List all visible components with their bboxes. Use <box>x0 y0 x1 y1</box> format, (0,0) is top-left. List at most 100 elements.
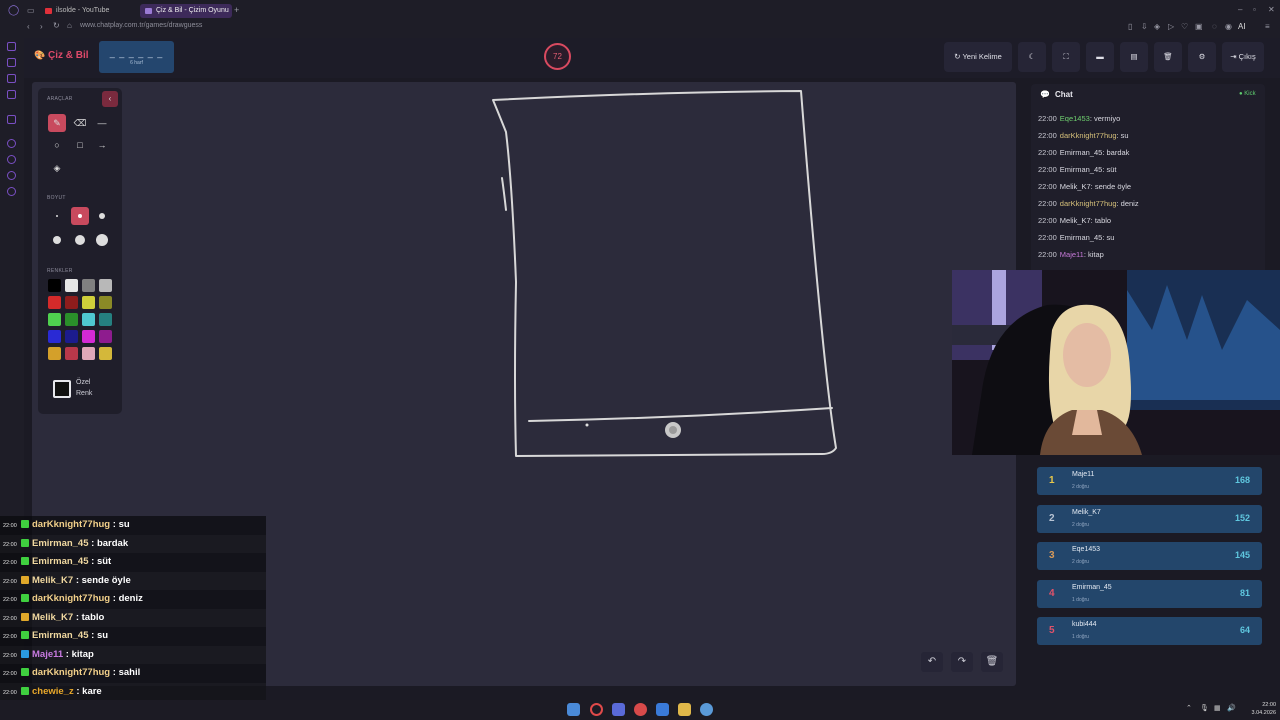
network-icon[interactable]: ▦ <box>1214 704 1221 712</box>
chrome-icon[interactable] <box>634 703 647 716</box>
chevron-up-icon[interactable]: ⌃ <box>1186 704 1192 712</box>
sidebar-app-icon[interactable] <box>7 42 16 51</box>
message-user[interactable]: darKknight77hug <box>1060 131 1117 140</box>
keyboard-button[interactable]: ▬ <box>1086 42 1114 72</box>
size-6[interactable] <box>93 231 111 249</box>
browser-logo-icon[interactable]: ◯ <box>8 5 19 16</box>
color-swatch[interactable] <box>48 313 61 326</box>
back-icon[interactable]: ‹ <box>27 22 30 31</box>
extensions-icon[interactable]: ▣ <box>1195 22 1203 31</box>
new-word-button[interactable]: ↻ Yeni Kelime <box>944 42 1012 72</box>
color-swatch[interactable] <box>82 347 95 360</box>
message-user[interactable]: darKknight77hug <box>1060 199 1117 208</box>
size-1[interactable] <box>48 207 66 225</box>
theme-toggle-button[interactable]: ☾ <box>1018 42 1046 72</box>
download-icon[interactable]: ⇩ <box>1141 22 1148 31</box>
rectangle-tool[interactable]: □ <box>71 136 89 154</box>
steam-icon[interactable] <box>700 703 713 716</box>
sidebar-app-icon[interactable] <box>7 74 16 83</box>
camera-icon[interactable]: ◉ <box>1225 22 1232 31</box>
folder-icon[interactable] <box>678 703 691 716</box>
fill-tool[interactable]: ◈ <box>48 159 66 177</box>
settings-icon[interactable] <box>7 187 16 196</box>
color-swatch[interactable] <box>99 296 112 309</box>
color-swatch[interactable] <box>48 330 61 343</box>
color-swatch[interactable] <box>82 330 95 343</box>
archive-button[interactable]: ▤ <box>1120 42 1148 72</box>
redo-button[interactable]: ↷ <box>951 652 973 672</box>
shield-icon[interactable]: ◈ <box>1154 22 1160 31</box>
volume-icon[interactable]: 🔊 <box>1227 704 1236 712</box>
size-2[interactable] <box>71 207 89 225</box>
size-4[interactable] <box>48 231 66 249</box>
bookmark-icon[interactable]: ▯ <box>1128 22 1132 31</box>
color-swatch[interactable] <box>48 279 61 292</box>
color-swatch[interactable] <box>65 347 78 360</box>
clear-canvas-button[interactable]: 🗑 <box>981 652 1003 672</box>
message-user[interactable]: Maje11 <box>1060 250 1084 259</box>
eraser-tool[interactable]: ⌫ <box>71 114 89 132</box>
arrow-tool[interactable]: → <box>93 136 111 154</box>
color-swatch[interactable] <box>65 313 78 326</box>
tab-drawguess[interactable]: Çiz & Bil - Çizim Oyunu <box>140 4 232 18</box>
opera-icon[interactable] <box>590 703 603 716</box>
message-user[interactable]: Eqe1453 <box>1060 114 1090 123</box>
color-swatch[interactable] <box>65 330 78 343</box>
new-tab-icon[interactable]: + <box>234 5 239 15</box>
exit-button[interactable]: ⇥ Çıkış <box>1222 42 1264 72</box>
line-tool[interactable]: — <box>93 114 111 132</box>
collapse-panel-button[interactable]: ‹ <box>102 91 118 107</box>
heart-icon[interactable]: ♡ <box>1181 22 1188 31</box>
color-swatch[interactable] <box>65 296 78 309</box>
message-user[interactable]: Melik_K7 <box>1060 216 1091 225</box>
fullscreen-button[interactable]: ⛶ <box>1052 42 1080 72</box>
maximize-icon[interactable]: ▫ <box>1253 5 1256 14</box>
settings-button[interactable]: ⚙ <box>1188 42 1216 72</box>
sidebar-app-icon[interactable] <box>7 90 16 99</box>
color-swatch[interactable] <box>82 313 95 326</box>
sidebar-app-icon[interactable] <box>7 58 16 67</box>
message-user[interactable]: Melik_K7 <box>1060 182 1091 191</box>
brand-logo[interactable]: 🎨 Çiz & Bil <box>34 50 89 61</box>
message-user[interactable]: Emirman_45 <box>1060 233 1103 242</box>
color-swatch[interactable] <box>48 296 61 309</box>
custom-color-swatch[interactable] <box>53 380 71 398</box>
color-swatch[interactable] <box>65 279 78 292</box>
sidebar-app-icon[interactable] <box>7 171 16 180</box>
home-icon[interactable]: ⌂ <box>67 21 72 30</box>
color-swatch[interactable] <box>82 296 95 309</box>
circle-tool[interactable]: ○ <box>48 136 66 154</box>
sidebar-toggle-icon[interactable]: ▭ <box>27 6 35 15</box>
system-clock[interactable]: 22:00 3.04.2026 <box>1246 701 1276 717</box>
play-icon[interactable]: ▷ <box>1168 22 1174 31</box>
twitch-icon[interactable] <box>7 115 16 124</box>
clear-button[interactable]: 🗑 <box>1154 42 1182 72</box>
message-user[interactable]: Emirman_45 <box>1060 165 1103 174</box>
discord-icon[interactable] <box>612 703 625 716</box>
sidebar-app-icon[interactable] <box>7 139 16 148</box>
reload-icon[interactable]: ↻ <box>53 21 60 30</box>
address-bar[interactable]: www.chatplay.com.tr/games/drawguess <box>80 22 202 29</box>
tab-youtube[interactable]: ilsolde - YouTube <box>40 4 136 18</box>
color-swatch[interactable] <box>48 347 61 360</box>
undo-button[interactable]: ↶ <box>921 652 943 672</box>
minimize-icon[interactable]: – <box>1238 5 1242 14</box>
size-3[interactable] <box>93 207 111 225</box>
windows-start-icon[interactable] <box>567 703 580 716</box>
color-swatch[interactable] <box>99 330 112 343</box>
chat-icon[interactable]: ◌ <box>1212 22 1217 31</box>
close-icon[interactable]: ✕ <box>1268 5 1275 14</box>
color-swatch[interactable] <box>99 347 112 360</box>
message-user[interactable]: Emirman_45 <box>1060 148 1103 157</box>
menu-icon[interactable]: ≡ <box>1265 22 1270 31</box>
custom-color-label[interactable]: Özel Renk <box>76 377 106 399</box>
color-swatch[interactable] <box>99 313 112 326</box>
ai-button[interactable]: AI <box>1238 22 1246 31</box>
forward-icon[interactable]: › <box>40 22 43 31</box>
history-icon[interactable] <box>7 155 16 164</box>
obs-icon[interactable] <box>656 703 669 716</box>
pencil-tool[interactable]: ✎ <box>48 114 66 132</box>
size-5[interactable] <box>71 231 89 249</box>
color-swatch[interactable] <box>82 279 95 292</box>
color-swatch[interactable] <box>99 279 112 292</box>
